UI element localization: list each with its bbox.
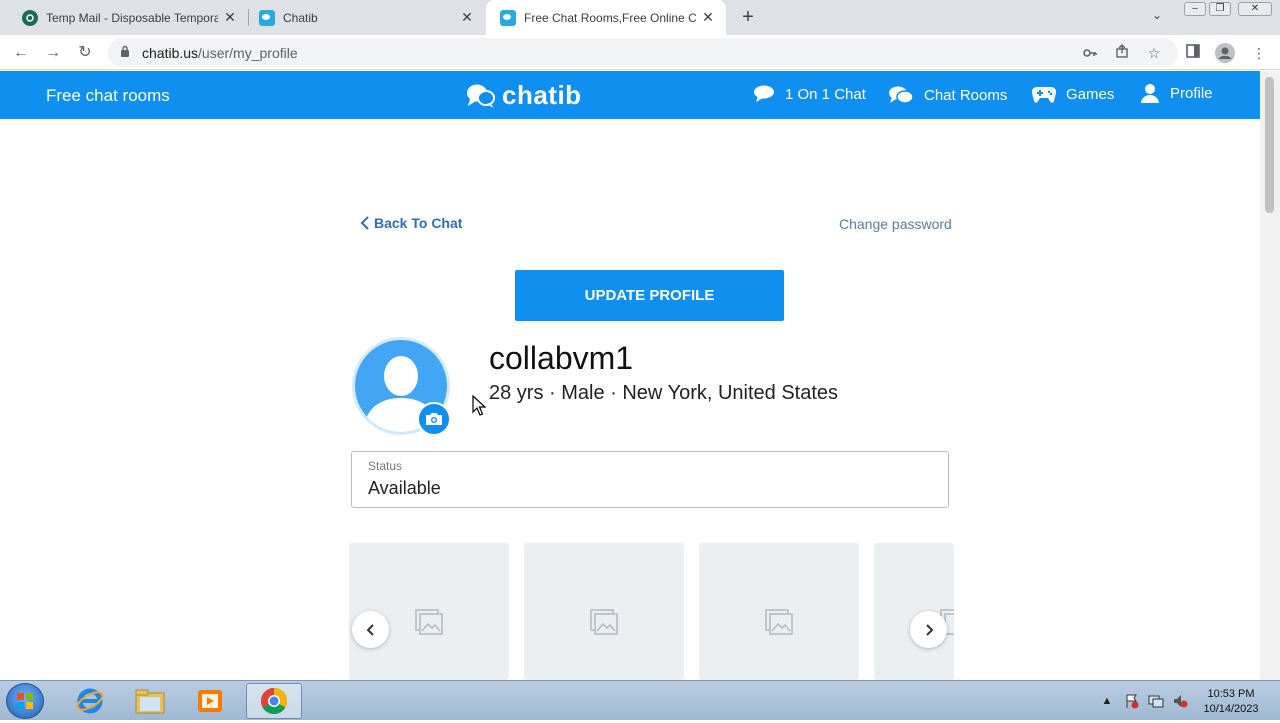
tab-free-chat-rooms[interactable]: Free Chat Rooms,Free Online Cha ✕ bbox=[486, 0, 726, 35]
clock-time: 10:53 PM bbox=[1207, 688, 1255, 700]
gamepad-icon bbox=[1032, 86, 1056, 103]
profile-avatar-icon[interactable] bbox=[1215, 43, 1235, 63]
share-icon[interactable] bbox=[1113, 44, 1131, 62]
image-placeholder-icon bbox=[415, 609, 443, 635]
tab-search-chevron-icon[interactable]: ⌄ bbox=[1152, 8, 1162, 22]
close-window-button[interactable]: ✕ bbox=[1238, 2, 1272, 16]
url-text: chatib.us/user/my_profile bbox=[142, 45, 298, 61]
free-chat-rooms-link[interactable]: Free chat rooms bbox=[46, 86, 170, 106]
start-button[interactable] bbox=[6, 683, 44, 719]
bookmark-star-icon[interactable]: ☆ bbox=[1145, 44, 1163, 62]
taskbar-file-explorer[interactable] bbox=[122, 683, 178, 719]
close-tab-icon[interactable]: ✕ bbox=[459, 9, 475, 25]
address-bar[interactable]: chatib.us/user/my_profile ☆ bbox=[108, 38, 1178, 67]
tab-title: Chatib bbox=[283, 10, 318, 25]
tab-temp-mail[interactable]: Temp Mail - Disposable Tempora ✕ bbox=[8, 0, 248, 35]
taskbar-internet-explorer[interactable] bbox=[62, 683, 118, 719]
url-path: /user/my_profile bbox=[198, 45, 298, 61]
scrollbar-thumb[interactable] bbox=[1265, 77, 1274, 213]
change-password-link[interactable]: Change password bbox=[839, 216, 952, 232]
chrome-icon bbox=[260, 687, 288, 715]
side-panel-icon[interactable] bbox=[1183, 43, 1203, 63]
photo-slot[interactable] bbox=[524, 543, 684, 680]
reload-icon[interactable]: ↻ bbox=[74, 42, 96, 64]
action-center-flag-icon[interactable] bbox=[1124, 693, 1140, 709]
logo-text: chatib bbox=[502, 80, 582, 110]
chat-bubble-icon bbox=[754, 85, 774, 102]
back-label: Back To Chat bbox=[374, 215, 463, 231]
profile-avatar[interactable] bbox=[352, 337, 451, 436]
chevron-right-icon bbox=[925, 624, 933, 636]
tab-chatib[interactable]: Chatib ✕ bbox=[245, 0, 485, 35]
nav-label: Games bbox=[1066, 85, 1115, 103]
windows-taskbar: ▲ 10:53 PM 10/14/2023 bbox=[0, 680, 1280, 720]
tempmail-icon bbox=[22, 9, 38, 26]
status-value[interactable]: Available bbox=[368, 478, 441, 499]
tray-overflow-chevron-icon[interactable]: ▲ bbox=[1099, 693, 1115, 709]
profile-info: 28 yrs · Male · New York, United States bbox=[489, 382, 839, 404]
nav-profile[interactable]: Profile bbox=[1140, 83, 1213, 103]
chatib-icon bbox=[500, 9, 516, 26]
close-tab-icon[interactable]: ✕ bbox=[222, 9, 238, 25]
taskbar-chrome[interactable] bbox=[246, 683, 302, 719]
back-to-chat-link[interactable]: Back To Chat bbox=[360, 215, 462, 231]
network-icon[interactable] bbox=[1148, 693, 1164, 709]
chatib-icon bbox=[259, 9, 275, 26]
profile-username: collabvm1 bbox=[489, 340, 634, 376]
restore-window-button[interactable]: ❐ bbox=[1209, 2, 1231, 16]
browser-toolbar: ← → ↻ chatib.us/user/my_profile ☆ ⋮ bbox=[0, 35, 1280, 70]
folder-icon bbox=[135, 689, 165, 714]
chevron-left-icon bbox=[366, 624, 374, 636]
media-player-icon bbox=[198, 690, 222, 712]
nav-label: 1 On 1 Chat bbox=[785, 85, 866, 103]
page-scrollbar[interactable] bbox=[1260, 71, 1280, 680]
carousel-next-button[interactable] bbox=[910, 611, 947, 648]
status-field[interactable]: Status Available bbox=[351, 451, 949, 508]
back-arrow-icon[interactable]: ← bbox=[10, 42, 32, 64]
update-profile-button[interactable]: UPDATE PROFILE bbox=[515, 270, 784, 321]
new-tab-button[interactable]: + bbox=[737, 7, 759, 27]
chat-rooms-icon bbox=[889, 86, 914, 104]
url-host: chatib.us bbox=[142, 45, 199, 61]
image-placeholder-icon bbox=[590, 609, 618, 635]
clock-date: 10/14/2023 bbox=[1203, 703, 1259, 715]
chevron-left-icon bbox=[360, 216, 369, 230]
carousel-prev-button[interactable] bbox=[352, 611, 389, 648]
nav-1on1-chat[interactable]: 1 On 1 Chat bbox=[753, 85, 866, 103]
forward-arrow-icon[interactable]: → bbox=[42, 42, 64, 64]
user-icon bbox=[1141, 84, 1159, 103]
key-icon[interactable] bbox=[1081, 44, 1099, 62]
nav-label: Profile bbox=[1170, 84, 1213, 102]
change-photo-button[interactable] bbox=[417, 402, 451, 436]
chat-logo-icon bbox=[467, 84, 495, 108]
minimize-window-button[interactable]: – bbox=[1184, 2, 1206, 16]
browser-tabstrip: Temp Mail - Disposable Tempora ✕ Chatib … bbox=[0, 0, 1280, 35]
mouse-cursor-icon bbox=[472, 395, 486, 416]
volume-muted-icon[interactable] bbox=[1172, 693, 1188, 709]
taskbar-media-player[interactable] bbox=[182, 683, 238, 719]
internet-explorer-icon bbox=[76, 688, 104, 714]
lock-icon bbox=[121, 45, 129, 57]
status-label: Status bbox=[368, 459, 403, 473]
windows-logo-icon bbox=[17, 693, 33, 709]
image-placeholder-icon bbox=[765, 609, 793, 635]
tab-title: Free Chat Rooms,Free Online Cha bbox=[524, 10, 696, 25]
photo-slot[interactable] bbox=[699, 543, 859, 680]
photo-slot[interactable] bbox=[874, 543, 954, 680]
chatib-logo[interactable]: chatib bbox=[466, 80, 582, 111]
tab-title: Temp Mail - Disposable Tempora bbox=[46, 10, 218, 25]
nav-chat-rooms[interactable]: Chat Rooms bbox=[888, 85, 1007, 105]
taskbar-clock[interactable]: 10:53 PM 10/14/2023 bbox=[1196, 687, 1266, 717]
nav-label: Chat Rooms bbox=[924, 86, 1008, 104]
camera-icon bbox=[426, 413, 442, 425]
browser-menu-icon[interactable]: ⋮ bbox=[1249, 43, 1269, 63]
site-header: Free chat rooms chatib 1 On 1 Chat Chat … bbox=[0, 71, 1260, 119]
nav-games[interactable]: Games bbox=[1032, 85, 1114, 103]
close-tab-icon[interactable]: ✕ bbox=[700, 9, 716, 25]
